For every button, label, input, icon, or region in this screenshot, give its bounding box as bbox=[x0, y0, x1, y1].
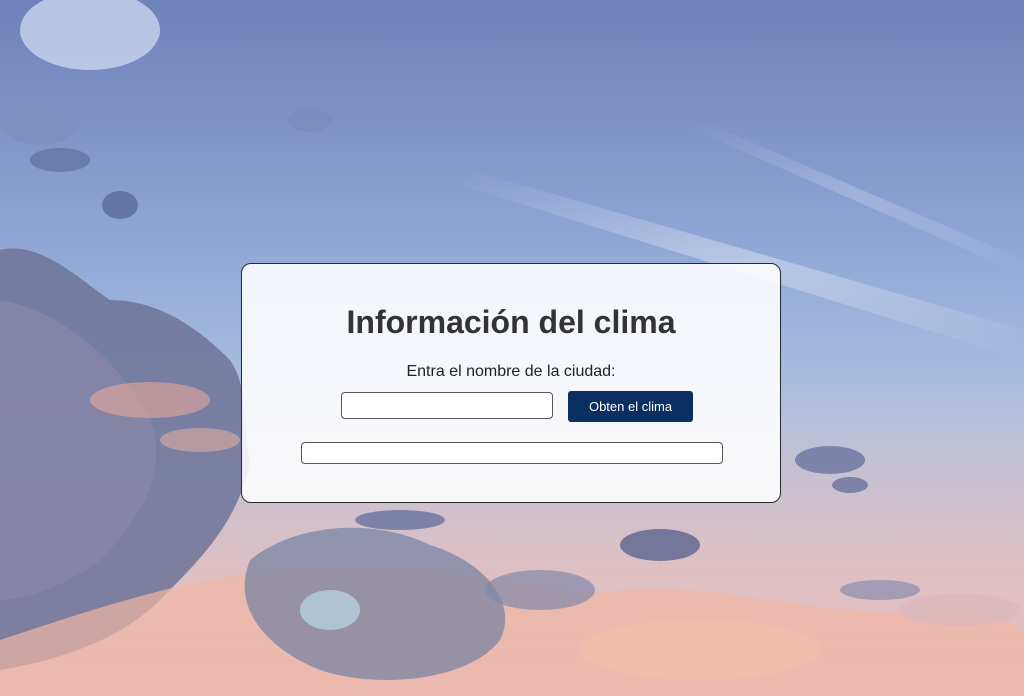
city-label: Entra el nombre de la ciudad: bbox=[406, 363, 616, 380]
weather-card: Información del clima Entra el nombre de… bbox=[241, 263, 781, 503]
page: Información del clima Entra el nombre de… bbox=[0, 0, 1024, 696]
page-title: Información del clima bbox=[346, 304, 676, 340]
get-weather-button[interactable]: Obten el clima bbox=[568, 391, 693, 422]
weather-result bbox=[301, 442, 723, 464]
city-input[interactable] bbox=[341, 392, 553, 419]
